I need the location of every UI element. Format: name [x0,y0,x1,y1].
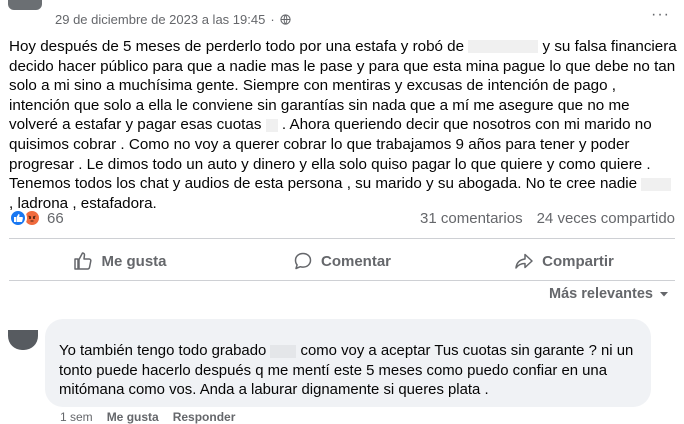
redacted-text [270,344,297,358]
redacted-name [468,40,539,54]
meta-separator: · [270,11,275,27]
comment-time[interactable]: 1 sem [60,410,93,424]
more-options-button[interactable]: ··· [651,7,670,23]
redacted-name [641,177,672,191]
globe-icon [280,13,291,25]
post-stats: 31 comentarios 24 veces compartido [420,210,675,227]
like-reaction-icon [9,209,27,227]
like-label: Me gusta [101,252,167,270]
divider [9,280,675,281]
share-button[interactable]: Compartir [453,251,675,271]
post-meta: 29 de diciembre de 2023 a las 19:45 · [55,10,291,28]
reactions-bar: 66 31 comentarios 24 veces compartido [9,207,675,229]
share-count[interactable]: 24 veces compartido [537,210,675,227]
share-label: Compartir [542,252,614,270]
comment-actions: 1 sem Me gusta Responder [60,410,235,424]
share-icon [515,253,533,269]
comment-label: Comentar [320,252,391,270]
comment-sort-dropdown[interactable]: Más relevantes [549,286,669,302]
commenter-avatar[interactable] [8,330,38,350]
comment-reply-button[interactable]: Responder [173,410,236,424]
sort-label: Más relevantes [549,286,653,302]
post-body: Hoy después de 5 meses de perderlo todo … [9,37,677,213]
caret-down-icon [660,291,668,296]
like-button[interactable]: Me gusta [9,251,231,271]
post-timestamp[interactable]: 29 de diciembre de 2023 a las 19:45 [55,12,265,27]
redacted-text [265,118,278,132]
comment-button[interactable]: Comentar [231,251,453,271]
comment-text-part: Yo también tengo todo grabado [59,343,271,359]
comment-icon [294,252,312,270]
reaction-icons[interactable] [9,209,41,227]
thumbs-up-icon [74,252,93,270]
post-author-avatar[interactable] [8,0,42,10]
divider [9,238,675,239]
comment-text: Yo también tengo todo grabado como voy a… [59,342,644,401]
post-text-part: Hoy después de 5 meses de perderlo todo … [9,38,469,55]
post-actions: Me gusta Comentar Compartir [9,243,675,279]
reaction-count[interactable]: 66 [47,210,64,227]
comment-count[interactable]: 31 comentarios [420,210,523,227]
comment-like-button[interactable]: Me gusta [107,410,159,424]
